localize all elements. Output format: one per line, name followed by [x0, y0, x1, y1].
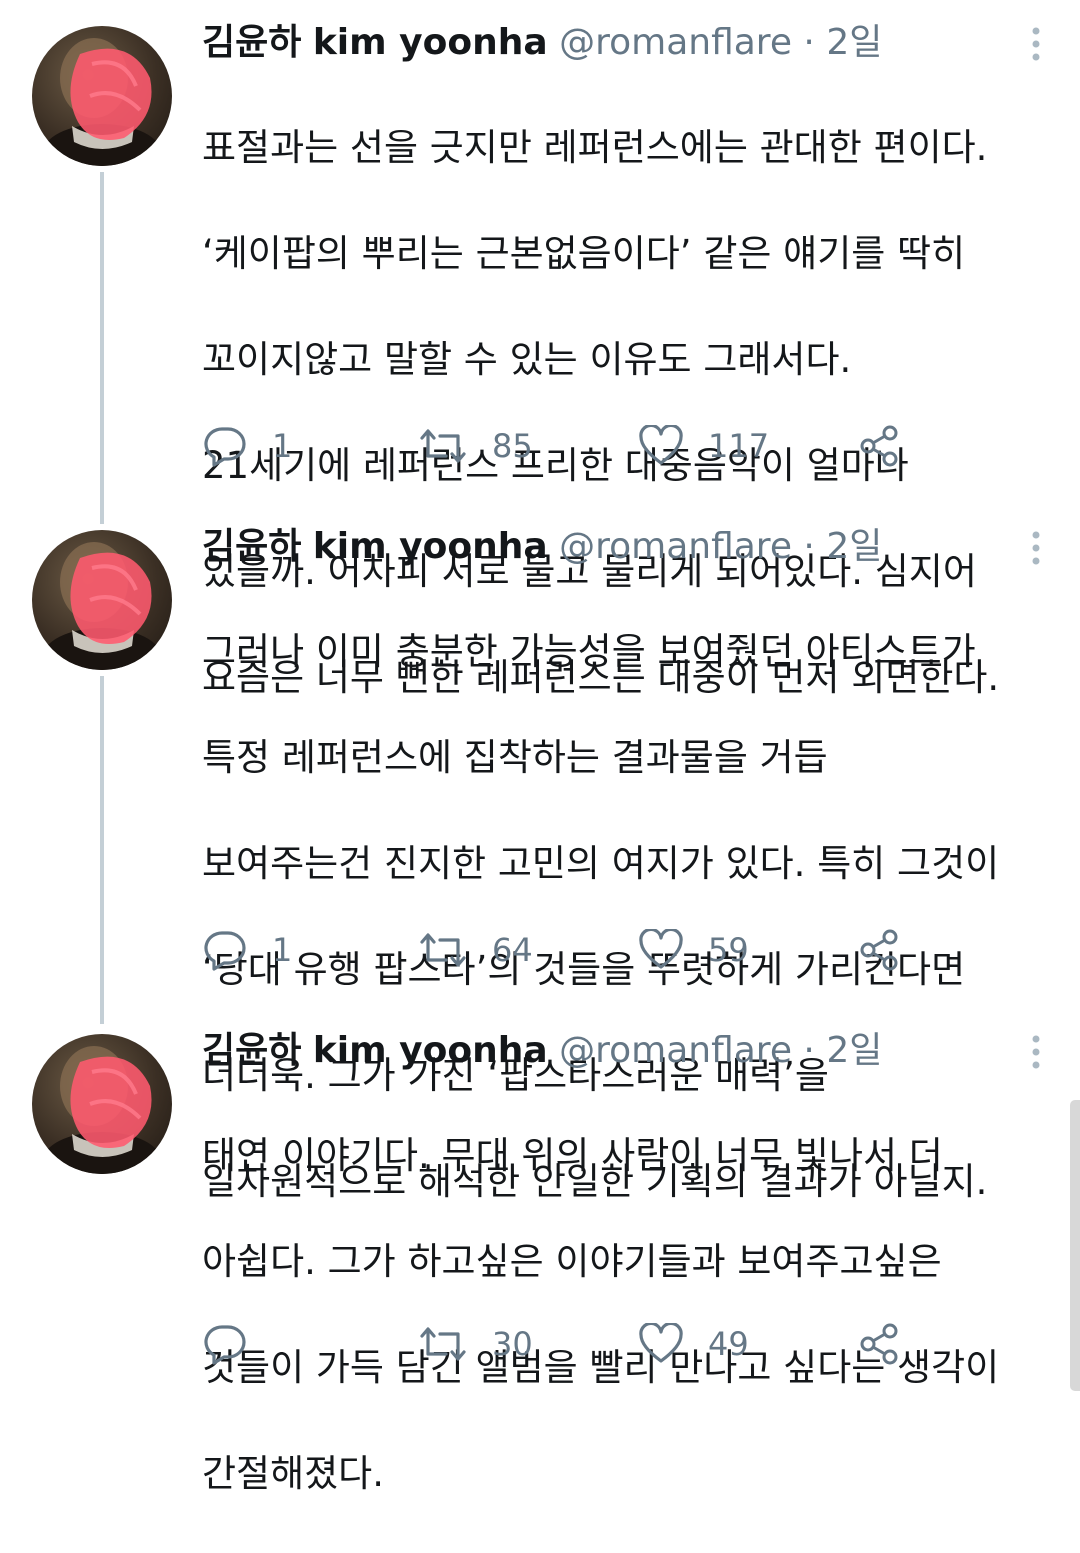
tweet-text-line: 태연 이야기다. 무대 위의 사람이 너무 빛나서 더	[202, 1134, 943, 1177]
retweet-count: 64	[492, 931, 533, 969]
like-icon	[638, 1323, 684, 1365]
avatar[interactable]	[32, 26, 172, 166]
share-button[interactable]	[858, 1319, 902, 1369]
like-icon	[638, 425, 684, 467]
separator-dot: ·	[803, 1030, 815, 1071]
display-name[interactable]: kim yoonha	[313, 22, 548, 63]
tweet-actions: 30 49	[202, 1319, 1062, 1369]
timestamp[interactable]: 2일	[826, 1030, 882, 1071]
tweet-text-line: 아쉽다. 그가 하고싶은 이야기들과 보여주고싶은	[202, 1240, 942, 1283]
tweet-text-line: ‘케이팝의 뿌리는 근본없음이다’ 같은 얘기를 딱히	[202, 232, 966, 275]
tweet[interactable]: 김윤하 kim yoonha @romanflare · 2일 표절과는 선을 …	[0, 0, 1080, 699]
scrollbar[interactable]	[1070, 1100, 1080, 1391]
reply-button[interactable]	[202, 1319, 272, 1369]
reply-icon	[202, 929, 248, 971]
like-count: 117	[708, 427, 770, 465]
reply-count: 1	[272, 427, 293, 465]
retweet-icon	[418, 930, 468, 970]
user-handle[interactable]: @romanflare	[559, 526, 792, 567]
avatar[interactable]	[32, 1034, 172, 1174]
tweet-text-line: 꼬이지않고 말할 수 있는 이유도 그래서다.	[202, 338, 852, 381]
retweet-icon	[418, 1324, 468, 1364]
tweet-header: 김윤하 kim yoonha @romanflare · 2일	[202, 18, 1062, 68]
tweet-text: 태연 이야기다. 무대 위의 사람이 너무 빛나서 더 아쉽다. 그가 하고싶은…	[202, 1076, 1062, 1553]
display-name-korean[interactable]: 김윤하	[202, 22, 301, 63]
tweet-actions: 1 64 59	[202, 925, 1062, 975]
retweet-button[interactable]: 30	[418, 1319, 533, 1369]
retweet-icon	[418, 426, 468, 466]
share-button[interactable]	[858, 925, 902, 975]
more-vertical-icon[interactable]	[1030, 530, 1042, 570]
tweet-header: 김윤하 kim yoonha @romanflare · 2일	[202, 522, 1062, 572]
reply-button[interactable]: 1	[202, 421, 292, 471]
more-vertical-icon[interactable]	[1030, 1034, 1042, 1074]
reply-icon	[202, 425, 248, 467]
share-button[interactable]	[858, 421, 902, 471]
tweet-text-line: 표절과는 선을 긋지만 레퍼런스에는 관대한 편이다.	[202, 126, 988, 169]
like-button[interactable]: 59	[638, 925, 749, 975]
timestamp[interactable]: 2일	[826, 526, 882, 567]
user-handle[interactable]: @romanflare	[559, 1030, 792, 1071]
tweet-text-line: 그러나 이미 충분한 가능성을 보여줬던 아티스트가	[202, 630, 976, 673]
tweet[interactable]: 김윤하 kim yoonha @romanflare · 2일 태연 이야기다.…	[0, 1008, 1080, 1495]
thread-connector-line	[100, 676, 104, 1024]
retweet-button[interactable]: 85	[418, 421, 533, 471]
tweet-thread: 김윤하 kim yoonha @romanflare · 2일 표절과는 선을 …	[0, 0, 1080, 1495]
tweet-text-line: 간절해졌다.	[202, 1452, 384, 1495]
reply-button[interactable]: 1	[202, 925, 292, 975]
user-handle[interactable]: @romanflare	[559, 22, 792, 63]
separator-dot: ·	[803, 22, 815, 63]
separator-dot: ·	[803, 526, 815, 567]
share-icon	[858, 1322, 902, 1366]
share-icon	[858, 424, 902, 468]
display-name-korean[interactable]: 김윤하	[202, 1030, 301, 1071]
thread-connector-line	[100, 172, 104, 524]
tweet-header: 김윤하 kim yoonha @romanflare · 2일	[202, 1026, 1062, 1076]
tweet[interactable]: 김윤하 kim yoonha @romanflare · 2일 그러나 이미 충…	[0, 504, 1080, 1203]
more-vertical-icon[interactable]	[1030, 26, 1042, 66]
display-name[interactable]: kim yoonha	[313, 1030, 548, 1071]
avatar[interactable]	[32, 530, 172, 670]
display-name[interactable]: kim yoonha	[313, 526, 548, 567]
like-button[interactable]: 117	[638, 421, 769, 471]
retweet-count: 30	[492, 1325, 533, 1363]
tweet-text-line: 특정 레퍼런스에 집착하는 결과물을 거듭	[202, 736, 828, 779]
reply-icon	[202, 1323, 248, 1365]
like-icon	[638, 929, 684, 971]
display-name-korean[interactable]: 김윤하	[202, 526, 301, 567]
like-count: 49	[708, 1325, 749, 1363]
like-count: 59	[708, 931, 749, 969]
retweet-count: 85	[492, 427, 533, 465]
timestamp[interactable]: 2일	[826, 22, 882, 63]
like-button[interactable]: 49	[638, 1319, 749, 1369]
retweet-button[interactable]: 64	[418, 925, 533, 975]
tweet-text-line: 보여주는건 진지한 고민의 여지가 있다. 특히 그것이	[202, 842, 1000, 885]
reply-count: 1	[272, 931, 293, 969]
share-icon	[858, 928, 902, 972]
tweet-actions: 1 85 117	[202, 421, 1062, 471]
